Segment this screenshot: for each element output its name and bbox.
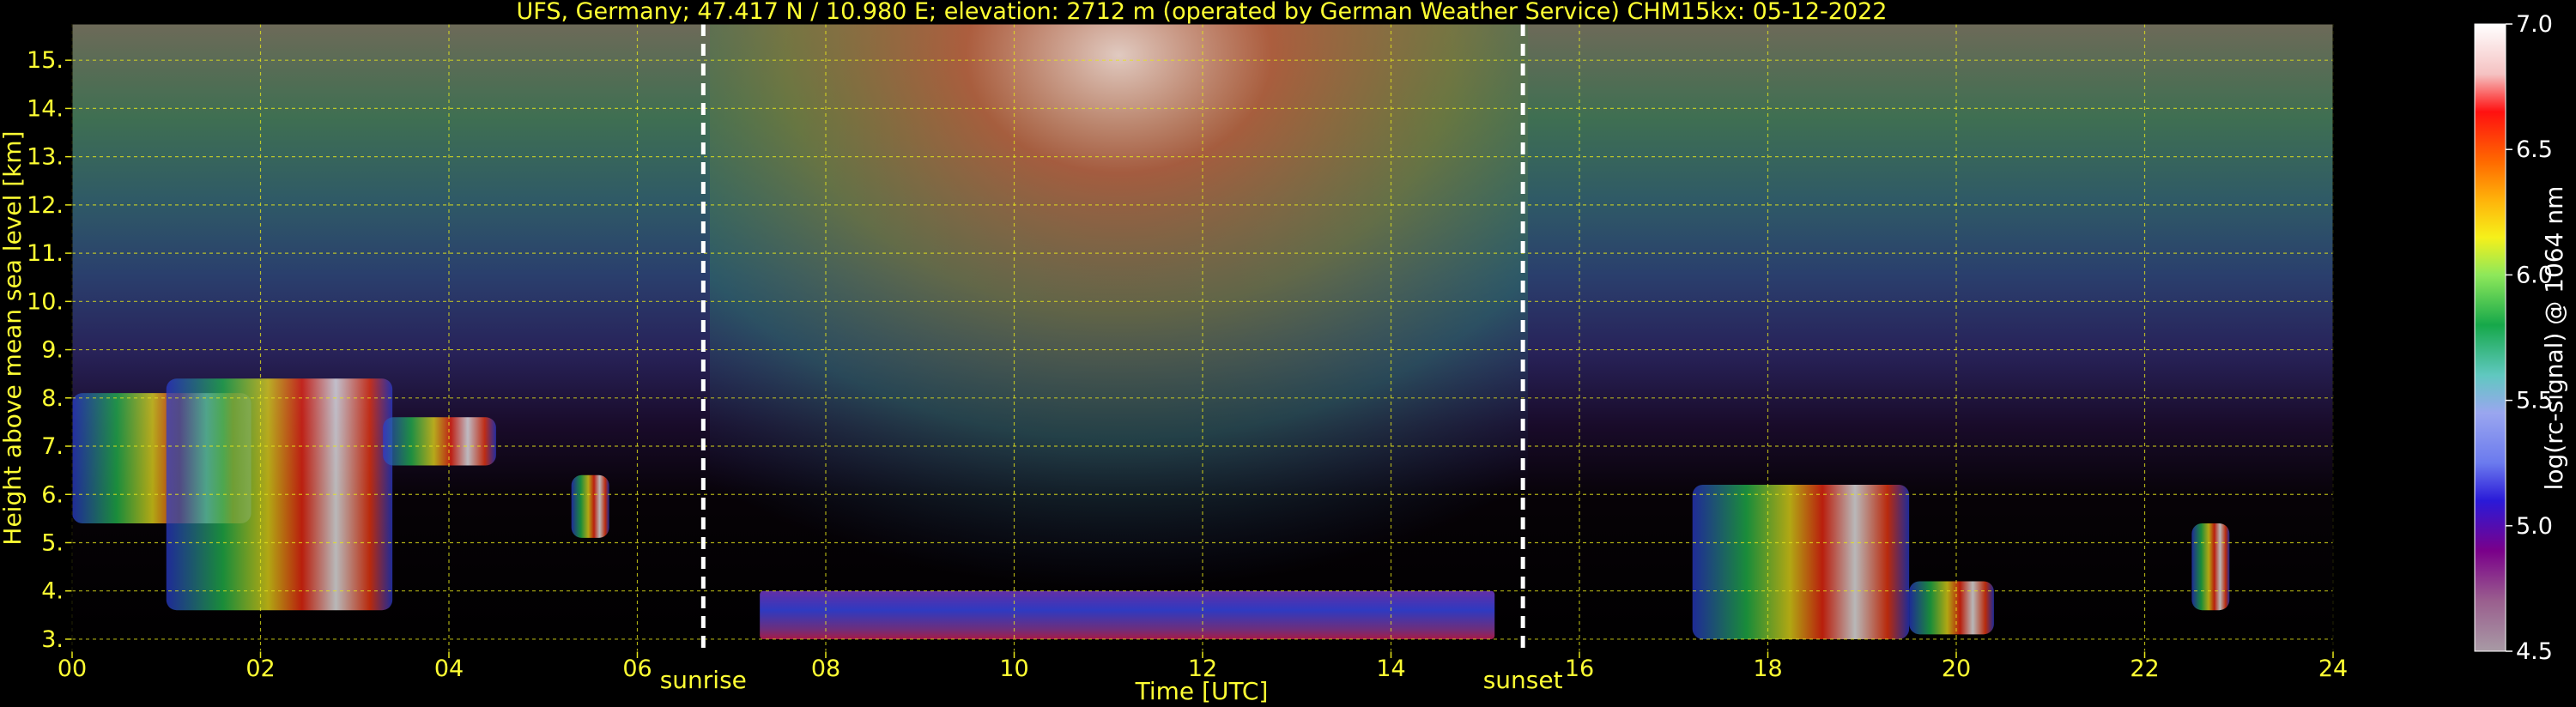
x-axis-label: Time [UTC] <box>1135 677 1269 705</box>
x-tick-label: 14 <box>1376 656 1405 682</box>
sunset-label: sunset <box>1483 666 1563 694</box>
y-tick-label: 10. <box>27 288 64 315</box>
colorbar-tick-label: 7.0 <box>2516 11 2553 38</box>
y-axis-ticks: 3. 4. 5. 6. 7. 8. 9. 10. 11. 12. 13. 14. 15. <box>27 47 72 653</box>
x-tick-label: 06 <box>622 656 652 682</box>
colorbar: 4.55.05.56.06.57.0 log(rc-signal) @ 1064… <box>2474 11 2568 665</box>
colorbar-tick-label: 5.0 <box>2516 513 2553 540</box>
cloud-region-6 <box>1692 485 1910 639</box>
y-tick-label: 6. <box>41 481 64 508</box>
y-tick-label: 11. <box>27 240 64 267</box>
x-tick-label: 02 <box>245 656 275 682</box>
x-tick-label: 10 <box>999 656 1028 682</box>
x-tick-label: 08 <box>811 656 840 682</box>
y-tick-label: 3. <box>41 626 64 653</box>
y-tick-label: 9. <box>41 337 64 364</box>
cloud-region-4 <box>571 474 609 538</box>
y-tick-label: 4. <box>41 578 64 605</box>
x-tick-label: 00 <box>58 656 87 682</box>
y-tick-label: 5. <box>41 529 64 556</box>
cloud-region-7 <box>1909 581 1994 635</box>
x-tick-label: 16 <box>1565 656 1594 682</box>
x-tick-label: 04 <box>434 656 464 682</box>
x-tick-label: 18 <box>1753 656 1782 682</box>
ceilometer-chart: sunrise sunset 00 02 04 06 08 10 12 14 16 18 20 22 24… <box>0 0 2568 705</box>
colorbar-label: log(rc-signal) @ 1064 nm <box>2540 186 2568 491</box>
y-tick-label: 8. <box>41 385 64 412</box>
y-tick-label: 14. <box>27 95 64 122</box>
y-axis-label: Height above mean sea level [km] <box>0 130 27 545</box>
daytime-signal-area <box>710 24 1528 651</box>
y-tick-label: 15. <box>27 47 64 74</box>
y-tick-label: 12. <box>27 192 64 219</box>
colorbar-scale <box>2474 23 2506 652</box>
cloud-region-8 <box>2191 523 2230 611</box>
x-tick-label: 20 <box>1942 656 1971 682</box>
x-tick-label: 22 <box>2130 656 2159 682</box>
chart-title: UFS, Germany; 47.417 N / 10.980 E; eleva… <box>517 0 1888 25</box>
cloud-region-3 <box>383 417 496 466</box>
colorbar-tick-label: 4.5 <box>2516 638 2553 665</box>
y-tick-label: 7. <box>41 433 64 460</box>
y-tick-label: 13. <box>27 144 64 171</box>
boundary-layer-region <box>760 590 1495 639</box>
plot-area <box>72 24 2333 651</box>
colorbar-tick-label: 6.5 <box>2516 136 2553 163</box>
x-tick-label: 24 <box>2318 656 2348 682</box>
sunrise-label: sunrise <box>660 666 747 694</box>
